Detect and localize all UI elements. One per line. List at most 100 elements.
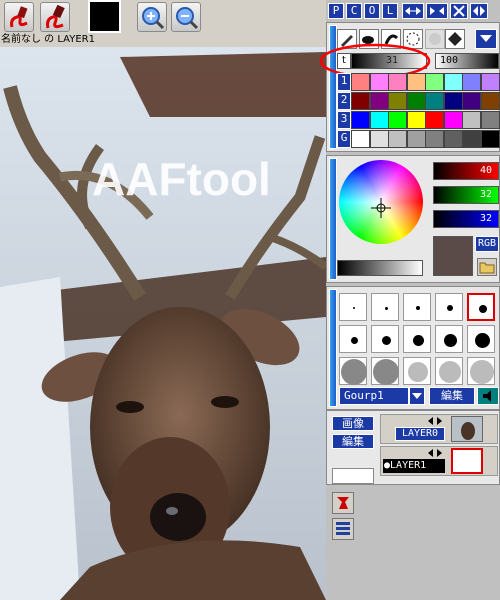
row-label-1[interactable]: 1 [337,73,351,91]
palette-swatch[interactable] [388,92,407,110]
brush-dot [353,307,355,309]
brush-preset[interactable] [403,357,431,385]
brush-dot [350,336,358,344]
palette-swatch[interactable] [351,130,370,148]
brush-preset[interactable] [371,325,399,353]
palette-swatch[interactable] [369,92,389,110]
palette-swatch[interactable] [480,92,500,110]
palette-swatch[interactable] [425,130,444,148]
palette-swatch[interactable] [425,73,444,91]
layer-name-1: LAYER1 [390,460,427,471]
palette-swatch[interactable] [388,111,407,129]
tool-dropdown-button[interactable] [475,29,497,49]
palette-swatch[interactable] [425,92,444,110]
brush-preset[interactable] [467,357,495,385]
layer-row-0[interactable]: LAYER0 [380,414,498,444]
row-label-2[interactable]: 2 [337,92,351,110]
layer-name-field[interactable] [332,468,374,484]
pen-icon [10,6,28,28]
red-slider[interactable]: 40 [433,162,499,180]
palette-swatch[interactable] [480,111,500,129]
row-label-g[interactable]: G [337,130,351,148]
palette-swatch[interactable] [351,111,370,129]
brush-preset[interactable] [435,293,463,321]
opacity-slider[interactable]: 100 [435,53,499,69]
palette-swatch[interactable] [443,130,463,148]
palette-swatch[interactable] [425,111,444,129]
palette-swatch[interactable] [406,111,426,129]
zoom-in-button[interactable] [137,2,167,32]
palette-swatch[interactable] [406,92,426,110]
brush-preset[interactable] [339,293,367,321]
brush-group-select[interactable]: Gourp1 [339,387,409,405]
brush-dot [474,332,490,348]
layer-row-1[interactable]: ●LAYER1 [380,446,498,476]
brush-preset[interactable] [339,357,367,385]
expand-horizontal-button[interactable] [402,3,424,19]
color-wheel[interactable] [339,160,423,244]
image-menu-button[interactable]: 画像 [332,416,374,431]
current-color-preview [433,236,473,276]
color-mode-button[interactable]: RGB [475,236,499,252]
color-folder-button[interactable] [477,258,497,276]
layer-edit-button[interactable]: 編集 [332,434,374,449]
palette-toggle-c[interactable]: C [346,3,362,19]
blue-slider[interactable]: 32 [433,210,499,228]
brush-group-dropdown[interactable] [409,387,425,405]
color-panel-grip[interactable] [329,158,337,280]
row-label-3[interactable]: 3 [337,111,351,129]
layer-list-button[interactable] [332,518,354,540]
palette-swatch[interactable] [480,73,500,91]
visibility-toggle-icon[interactable] [425,416,445,426]
palette-toggle-o[interactable]: O [364,3,380,19]
eraser-tool-button[interactable] [40,2,70,32]
palette-swatch[interactable] [480,130,500,148]
collapse-horizontal-button[interactable] [426,3,448,19]
brush-dot [443,333,457,347]
palette-swatch[interactable] [388,73,407,91]
brush-edit-button[interactable]: 編集 [429,387,475,405]
brush-preset[interactable] [371,357,399,385]
palette-swatch[interactable] [443,73,463,91]
brush-preset[interactable] [339,325,367,353]
palette-swatch[interactable] [462,92,481,110]
palette-toggle-p[interactable]: P [328,3,344,19]
brush-preset[interactable] [403,293,431,321]
brush-preset[interactable] [371,293,399,321]
palette-swatch[interactable] [462,130,481,148]
fill-tool[interactable] [445,29,465,49]
brush-preset[interactable] [435,325,463,353]
brush-preset[interactable] [467,325,495,353]
palette-swatch[interactable] [462,73,481,91]
palette-swatch[interactable] [443,92,463,110]
green-slider[interactable]: 32 [433,186,499,204]
swap-panel-button[interactable] [470,3,488,19]
layer-thumbnail-0 [451,416,483,442]
zoom-out-button[interactable] [171,2,201,32]
brush-sound-button[interactable] [477,387,499,405]
palette-swatch[interactable] [462,111,481,129]
brush-panel-grip[interactable] [329,289,337,407]
palette-swatch[interactable] [406,73,426,91]
brush-dot [408,362,428,382]
palette-swatch[interactable] [369,130,389,148]
palette-swatch[interactable] [388,130,407,148]
palette-swatch[interactable] [351,73,370,91]
palette-swatch[interactable] [406,130,426,148]
palette-swatch[interactable] [369,111,389,129]
brush-preset[interactable] [467,293,495,321]
palette-toggle-l[interactable]: L [382,3,398,19]
current-color-swatch[interactable] [88,0,121,33]
brush-preset[interactable] [403,325,431,353]
close-panel-button[interactable] [450,3,468,19]
pen-tool-button[interactable] [4,2,34,32]
brightness-slider[interactable] [337,260,423,276]
palette-swatch[interactable] [443,111,463,129]
brush-preset[interactable] [435,357,463,385]
delete-layer-button[interactable] [332,492,354,514]
color-picker-panel: 40 32 32 RGB [326,155,500,283]
palette-swatch[interactable] [351,92,370,110]
visibility-toggle-icon[interactable] [425,448,445,458]
drawing-canvas[interactable]: AAFtool [0,47,326,600]
palette-swatch[interactable] [369,73,389,91]
